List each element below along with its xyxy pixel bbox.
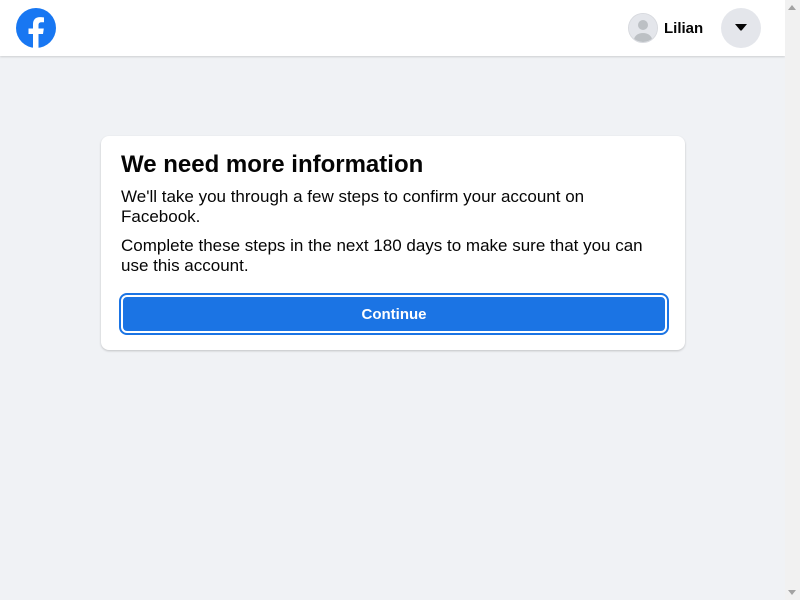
account-menu-button[interactable] [721, 8, 761, 48]
vertical-scrollbar[interactable] [785, 0, 800, 600]
browser-viewport: Lilian We need more information We'll ta… [0, 0, 800, 600]
card-deadline-text: Complete these steps in the next 180 day… [121, 236, 643, 275]
page: Lilian We need more information We'll ta… [0, 0, 785, 600]
confirm-account-card: We need more information We'll take you … [101, 136, 685, 350]
scroll-up-arrow-icon[interactable] [788, 5, 796, 10]
scroll-down-arrow-icon[interactable] [788, 590, 796, 595]
caret-down-icon [734, 19, 748, 37]
card-description: We'll take you through a few steps to co… [121, 187, 585, 226]
profile-name: Lilian [664, 19, 704, 37]
continue-button[interactable]: Continue [119, 293, 669, 335]
top-navigation-bar: Lilian [0, 0, 785, 56]
card-title: We need more information [121, 151, 424, 178]
profile-button[interactable]: Lilian [624, 10, 711, 46]
facebook-logo-icon[interactable] [16, 8, 56, 48]
default-avatar-icon [628, 13, 658, 43]
